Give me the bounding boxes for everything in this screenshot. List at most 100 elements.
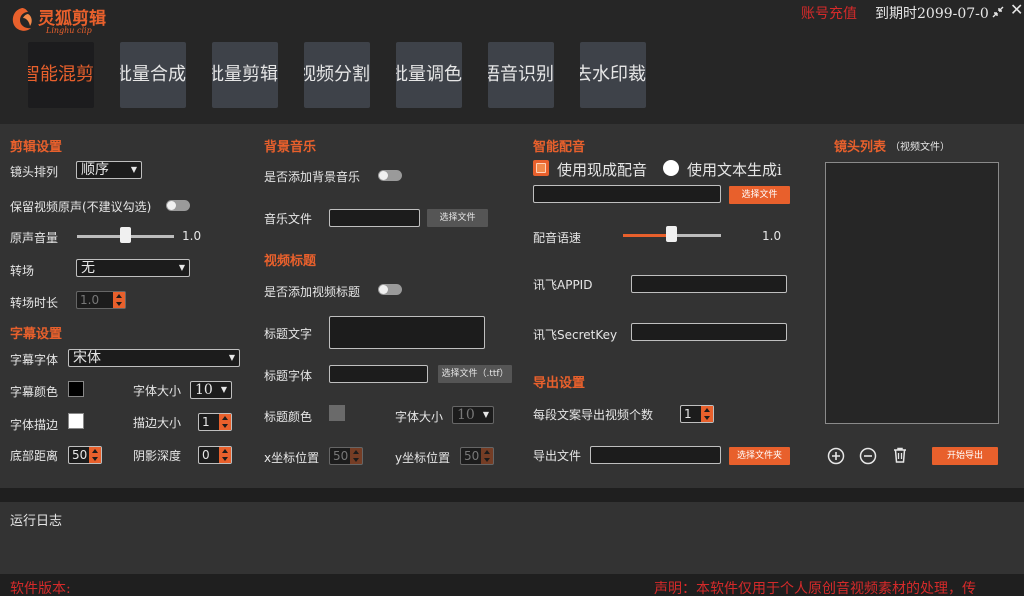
edit-settings-heading: 剪辑设置 bbox=[10, 140, 63, 155]
stepper-arrows-icon[interactable] bbox=[113, 292, 125, 308]
appid-input[interactable] bbox=[631, 275, 787, 293]
title-font-size-select[interactable]: 10 ▼ bbox=[452, 406, 494, 424]
shot-list[interactable] bbox=[825, 162, 999, 424]
tab-label: 批量合成 bbox=[120, 64, 186, 85]
choose-folder-button[interactable]: 选择文件夹 bbox=[729, 447, 790, 465]
title-text-label: 标题文字 bbox=[264, 327, 313, 341]
stroke-size-label: 描边大小 bbox=[133, 416, 182, 430]
start-export-button[interactable]: 开始导出 bbox=[932, 447, 998, 465]
chevron-down-icon: ▼ bbox=[220, 385, 227, 394]
tab-speech-recognition[interactable]: 语音识别 bbox=[488, 42, 554, 108]
title-font-size-value: 10 bbox=[457, 407, 475, 423]
chevron-down-icon: ▼ bbox=[130, 165, 137, 174]
trash-icon[interactable] bbox=[891, 446, 909, 464]
choose-font-button[interactable]: 选择文件（.ttf） bbox=[438, 365, 512, 383]
chevron-down-icon: ▼ bbox=[482, 410, 489, 419]
tts-voice-radio[interactable] bbox=[663, 160, 679, 176]
add-title-toggle[interactable] bbox=[378, 284, 402, 295]
y-position-label: y坐标位置 bbox=[395, 451, 451, 465]
tab-batch-edit[interactable]: 批量剪辑 bbox=[212, 42, 278, 108]
x-position-stepper[interactable]: 50 bbox=[329, 447, 363, 465]
tab-label: 视频分割 bbox=[304, 64, 370, 85]
y-position-stepper[interactable]: 50 bbox=[460, 447, 494, 465]
title-color-swatch[interactable] bbox=[329, 405, 345, 421]
stroke-size-stepper[interactable]: 1 bbox=[198, 413, 232, 431]
secret-key-label: 讯飞SecretKey bbox=[533, 328, 618, 342]
tab-batch-compose[interactable]: 批量合成 bbox=[120, 42, 186, 108]
x-position-label: x坐标位置 bbox=[264, 451, 320, 465]
export-folder-input[interactable] bbox=[590, 446, 721, 464]
shot-list-subtitle: （视频文件） bbox=[890, 142, 950, 153]
voice-file-input[interactable] bbox=[533, 185, 721, 203]
add-music-label: 是否添加背景音乐 bbox=[264, 170, 361, 184]
bottom-distance-stepper[interactable]: 50 bbox=[68, 446, 102, 464]
software-version: 软件版本: bbox=[10, 581, 71, 596]
tab-batch-color[interactable]: 批量调色 bbox=[396, 42, 462, 108]
stepper-arrows-icon[interactable] bbox=[350, 448, 362, 464]
stepper-arrows-icon[interactable] bbox=[701, 406, 713, 422]
export-file-label: 导出文件 bbox=[533, 449, 582, 463]
volume-slider-thumb[interactable] bbox=[120, 227, 131, 243]
keep-audio-label: 保留视频原声(不建议勾选) bbox=[10, 200, 152, 214]
shot-order-label: 镜头排列 bbox=[10, 165, 59, 179]
keep-audio-toggle[interactable] bbox=[166, 200, 190, 211]
add-title-label: 是否添加视频标题 bbox=[264, 285, 361, 299]
transition-select[interactable]: 无 ▼ bbox=[76, 259, 190, 277]
transition-label: 转场 bbox=[10, 264, 35, 278]
tab-video-split[interactable]: 视频分割 bbox=[304, 42, 370, 108]
transition-value: 无 bbox=[81, 260, 95, 276]
title-font-input[interactable] bbox=[329, 365, 428, 383]
tab-watermark-crop[interactable]: 去水印裁剪 bbox=[580, 42, 646, 108]
appid-label: 讯飞APPID bbox=[533, 278, 593, 292]
voice-speed-slider-thumb[interactable] bbox=[666, 226, 677, 242]
tab-label: 语音识别 bbox=[488, 64, 554, 85]
minimize-icon[interactable] bbox=[991, 5, 1005, 19]
fox-logo-icon bbox=[12, 8, 32, 31]
export-count-value: 1 bbox=[684, 407, 692, 421]
close-icon[interactable]: ✕ bbox=[1010, 2, 1023, 18]
shot-list-heading: 镜头列表 bbox=[834, 140, 887, 155]
y-position-value: 50 bbox=[464, 449, 480, 463]
transition-duration-label: 转场时长 bbox=[10, 296, 59, 310]
run-log-panel bbox=[0, 502, 1024, 574]
music-file-input[interactable] bbox=[329, 209, 420, 227]
volume-value: 1.0 bbox=[182, 229, 202, 243]
shot-order-value: 顺序 bbox=[81, 162, 109, 178]
shadow-depth-value: 0 bbox=[202, 448, 210, 462]
bottom-distance-label: 底部距离 bbox=[10, 449, 59, 463]
music-file-label: 音乐文件 bbox=[264, 212, 313, 226]
add-icon[interactable] bbox=[827, 447, 845, 465]
subtitle-font-size-value: 10 bbox=[195, 382, 213, 398]
export-count-stepper[interactable]: 1 bbox=[680, 405, 714, 423]
title-text-input[interactable] bbox=[329, 316, 485, 349]
add-music-toggle[interactable] bbox=[378, 170, 402, 181]
subtitle-font-select[interactable]: 宋体 ▼ bbox=[68, 349, 240, 367]
checkbox-mark bbox=[536, 163, 546, 173]
shot-order-select[interactable]: 顺序 ▼ bbox=[76, 161, 142, 179]
transition-duration-stepper[interactable]: 1.0 bbox=[76, 291, 126, 309]
existing-voice-checkbox[interactable] bbox=[533, 160, 549, 176]
title-font-label: 标题字体 bbox=[264, 369, 313, 383]
subtitle-font-size-label: 字体大小 bbox=[133, 384, 182, 398]
subtitle-font-size-select[interactable]: 10 ▼ bbox=[190, 381, 232, 399]
secret-key-input[interactable] bbox=[631, 323, 787, 341]
recharge-link[interactable]: 账号充值 bbox=[801, 3, 857, 23]
stepper-arrows-icon[interactable] bbox=[219, 414, 231, 430]
export-heading: 导出设置 bbox=[533, 376, 586, 391]
title-font-size-label: 字体大小 bbox=[395, 410, 444, 424]
stepper-arrows-icon[interactable] bbox=[481, 448, 493, 464]
remove-icon[interactable] bbox=[859, 447, 877, 465]
stepper-arrows-icon[interactable] bbox=[219, 447, 231, 463]
video-title-heading: 视频标题 bbox=[264, 254, 317, 269]
subtitle-color-label: 字幕颜色 bbox=[10, 385, 59, 399]
shadow-depth-stepper[interactable]: 0 bbox=[198, 446, 232, 464]
tab-smart-mix[interactable]: 智能混剪 bbox=[28, 42, 94, 108]
separator-strip bbox=[0, 110, 1024, 124]
subtitle-color-swatch[interactable] bbox=[68, 381, 84, 397]
subtitle-stroke-swatch[interactable] bbox=[68, 413, 84, 429]
run-log-title: 运行日志 bbox=[10, 514, 63, 529]
choose-voice-file-button[interactable]: 选择文件 bbox=[729, 186, 790, 204]
choose-music-button[interactable]: 选择文件 bbox=[427, 209, 488, 227]
disclaimer-marquee: 声明：本软件仅用于个人原创音视频素材的处理，传 bbox=[654, 581, 976, 596]
stepper-arrows-icon[interactable] bbox=[89, 447, 101, 463]
